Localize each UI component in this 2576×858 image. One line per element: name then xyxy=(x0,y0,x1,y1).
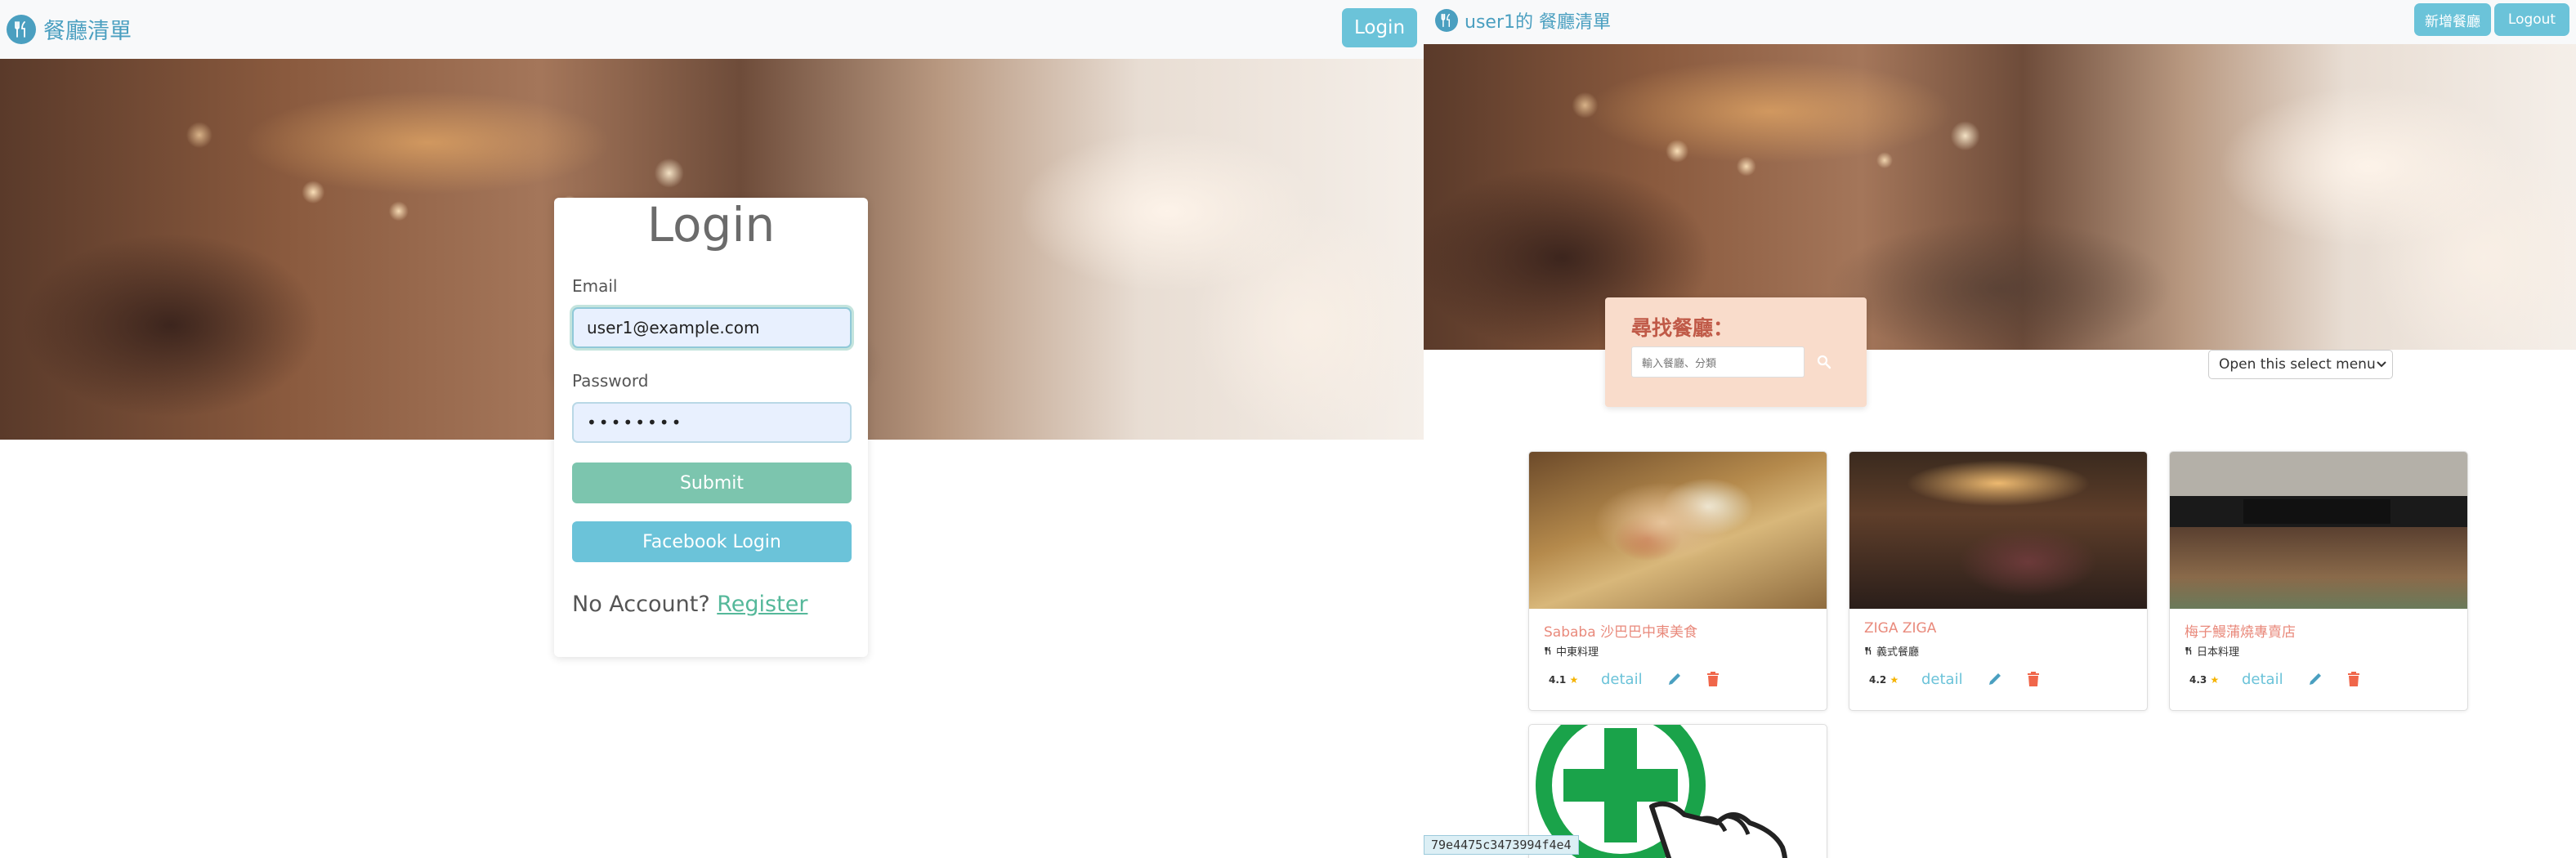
pencil-icon[interactable] xyxy=(1987,671,2003,687)
rating-value: 4.1 xyxy=(1549,674,1567,686)
hero-banner xyxy=(1424,44,2576,350)
rating-value: 4.3 xyxy=(2189,674,2207,686)
sort-select-value: Open this select menu xyxy=(2219,356,2376,373)
sort-select[interactable]: Open this select menu xyxy=(2208,350,2393,379)
rating-badge: 4.1 ★ xyxy=(1549,674,1578,686)
rating-badge: 4.2 ★ xyxy=(1869,674,1898,686)
trash-icon[interactable] xyxy=(2346,671,2361,687)
restaurant-category: 義式餐廳 xyxy=(1864,643,1919,659)
password-field[interactable]: •••••••• xyxy=(572,402,852,443)
search-panel: 尋找餐廳： 輸入餐廳、分類 xyxy=(1605,297,1867,407)
star-icon: ★ xyxy=(1569,674,1579,686)
detail-link[interactable]: detail xyxy=(1921,671,1963,688)
navbar: user1的 餐廳清單 新增餐廳 Logout xyxy=(1424,0,2576,44)
no-account-label: No Account? xyxy=(572,592,710,617)
navbar: 餐廳清單 Login xyxy=(0,0,1424,59)
login-nav-button[interactable]: Login xyxy=(1342,8,1417,47)
utensils-icon xyxy=(1545,646,1551,655)
brand-link[interactable]: 餐廳清單 xyxy=(7,13,132,45)
card-actions: 4.3 ★ detail xyxy=(2170,669,2467,692)
no-account-text: No Account? Register xyxy=(572,592,807,617)
category-label: 中東料理 xyxy=(1556,646,1599,659)
card-actions: 4.2 ★ detail xyxy=(1849,669,2147,692)
star-icon: ★ xyxy=(1890,674,1899,686)
brand-text: 餐廳清單 xyxy=(43,19,132,44)
detail-link[interactable]: detail xyxy=(2242,671,2283,688)
restaurant-name: 梅子鰻蒲燒專賣店 xyxy=(2185,624,2296,641)
category-label: 義式餐廳 xyxy=(1876,646,1920,659)
facebook-login-button[interactable]: Facebook Login xyxy=(572,521,852,562)
email-label: Email xyxy=(572,276,618,296)
restaurant-list-screen: user1的 餐廳清單 新增餐廳 Logout 尋找餐廳： 輸入餐廳、分類 Op… xyxy=(1424,0,2576,858)
register-link[interactable]: Register xyxy=(717,592,807,617)
brand-text: user1的 餐廳清單 xyxy=(1465,12,1611,33)
login-card: Login Email user1@example.com Password •… xyxy=(554,198,868,657)
submit-button[interactable]: Submit xyxy=(572,463,852,503)
search-title: 尋找餐廳： xyxy=(1631,316,1734,340)
login-title: Login xyxy=(646,197,776,252)
chevron-down-icon xyxy=(2376,356,2387,373)
category-label: 日本料理 xyxy=(2197,646,2240,659)
hand-pointer-icon xyxy=(1649,801,1787,858)
url-hash-tooltip: 79e4475c3473994f4e4 xyxy=(1424,835,1579,855)
search-input[interactable]: 輸入餐廳、分類 xyxy=(1631,346,1805,378)
trash-icon[interactable] xyxy=(1706,671,1720,687)
utensils-icon xyxy=(1865,646,1872,655)
detail-link[interactable]: detail xyxy=(1601,671,1643,688)
restaurant-category: 中東料理 xyxy=(1544,643,1599,659)
utensils-icon xyxy=(1435,9,1458,32)
restaurant-card[interactable]: 梅子鰻蒲燒專賣店 日本料理 4.3 ★ detail xyxy=(2169,451,2468,711)
restaurant-image[interactable] xyxy=(1529,452,1827,609)
rating-value: 4.2 xyxy=(1869,674,1887,686)
search-button[interactable] xyxy=(1808,346,1840,378)
restaurant-card[interactable]: ZIGA ZIGA 義式餐廳 4.2 ★ detail xyxy=(1849,451,2148,711)
utensils-icon xyxy=(7,14,36,44)
email-field[interactable]: user1@example.com xyxy=(572,307,852,348)
restaurant-image[interactable] xyxy=(2170,452,2467,609)
card-actions: 4.1 ★ detail xyxy=(1529,669,1827,692)
restaurant-name: ZIGA ZIGA xyxy=(1864,620,1937,637)
restaurant-category: 日本料理 xyxy=(2185,643,2239,659)
pencil-icon[interactable] xyxy=(2307,671,2323,687)
search-icon xyxy=(1817,355,1831,369)
utensils-icon xyxy=(2185,646,2192,655)
brand-link[interactable]: user1的 餐廳清單 xyxy=(1435,7,1611,34)
restaurant-name: Sababa 沙巴巴中東美食 xyxy=(1544,624,1698,641)
rating-badge: 4.3 ★ xyxy=(2189,674,2219,686)
star-icon: ★ xyxy=(2210,674,2220,686)
logout-button[interactable]: Logout xyxy=(2494,3,2569,36)
trash-icon[interactable] xyxy=(2026,671,2041,687)
add-restaurant-button[interactable]: 新增餐廳 xyxy=(2414,3,2491,36)
restaurant-card[interactable]: Sababa 沙巴巴中東美食 中東料理 4.1 ★ detail xyxy=(1528,451,1827,711)
password-label: Password xyxy=(572,371,649,391)
login-screen: 餐廳清單 Login Login Email user1@example.com… xyxy=(0,0,1424,858)
restaurant-image[interactable] xyxy=(1849,452,2147,609)
pencil-icon[interactable] xyxy=(1666,671,1683,687)
